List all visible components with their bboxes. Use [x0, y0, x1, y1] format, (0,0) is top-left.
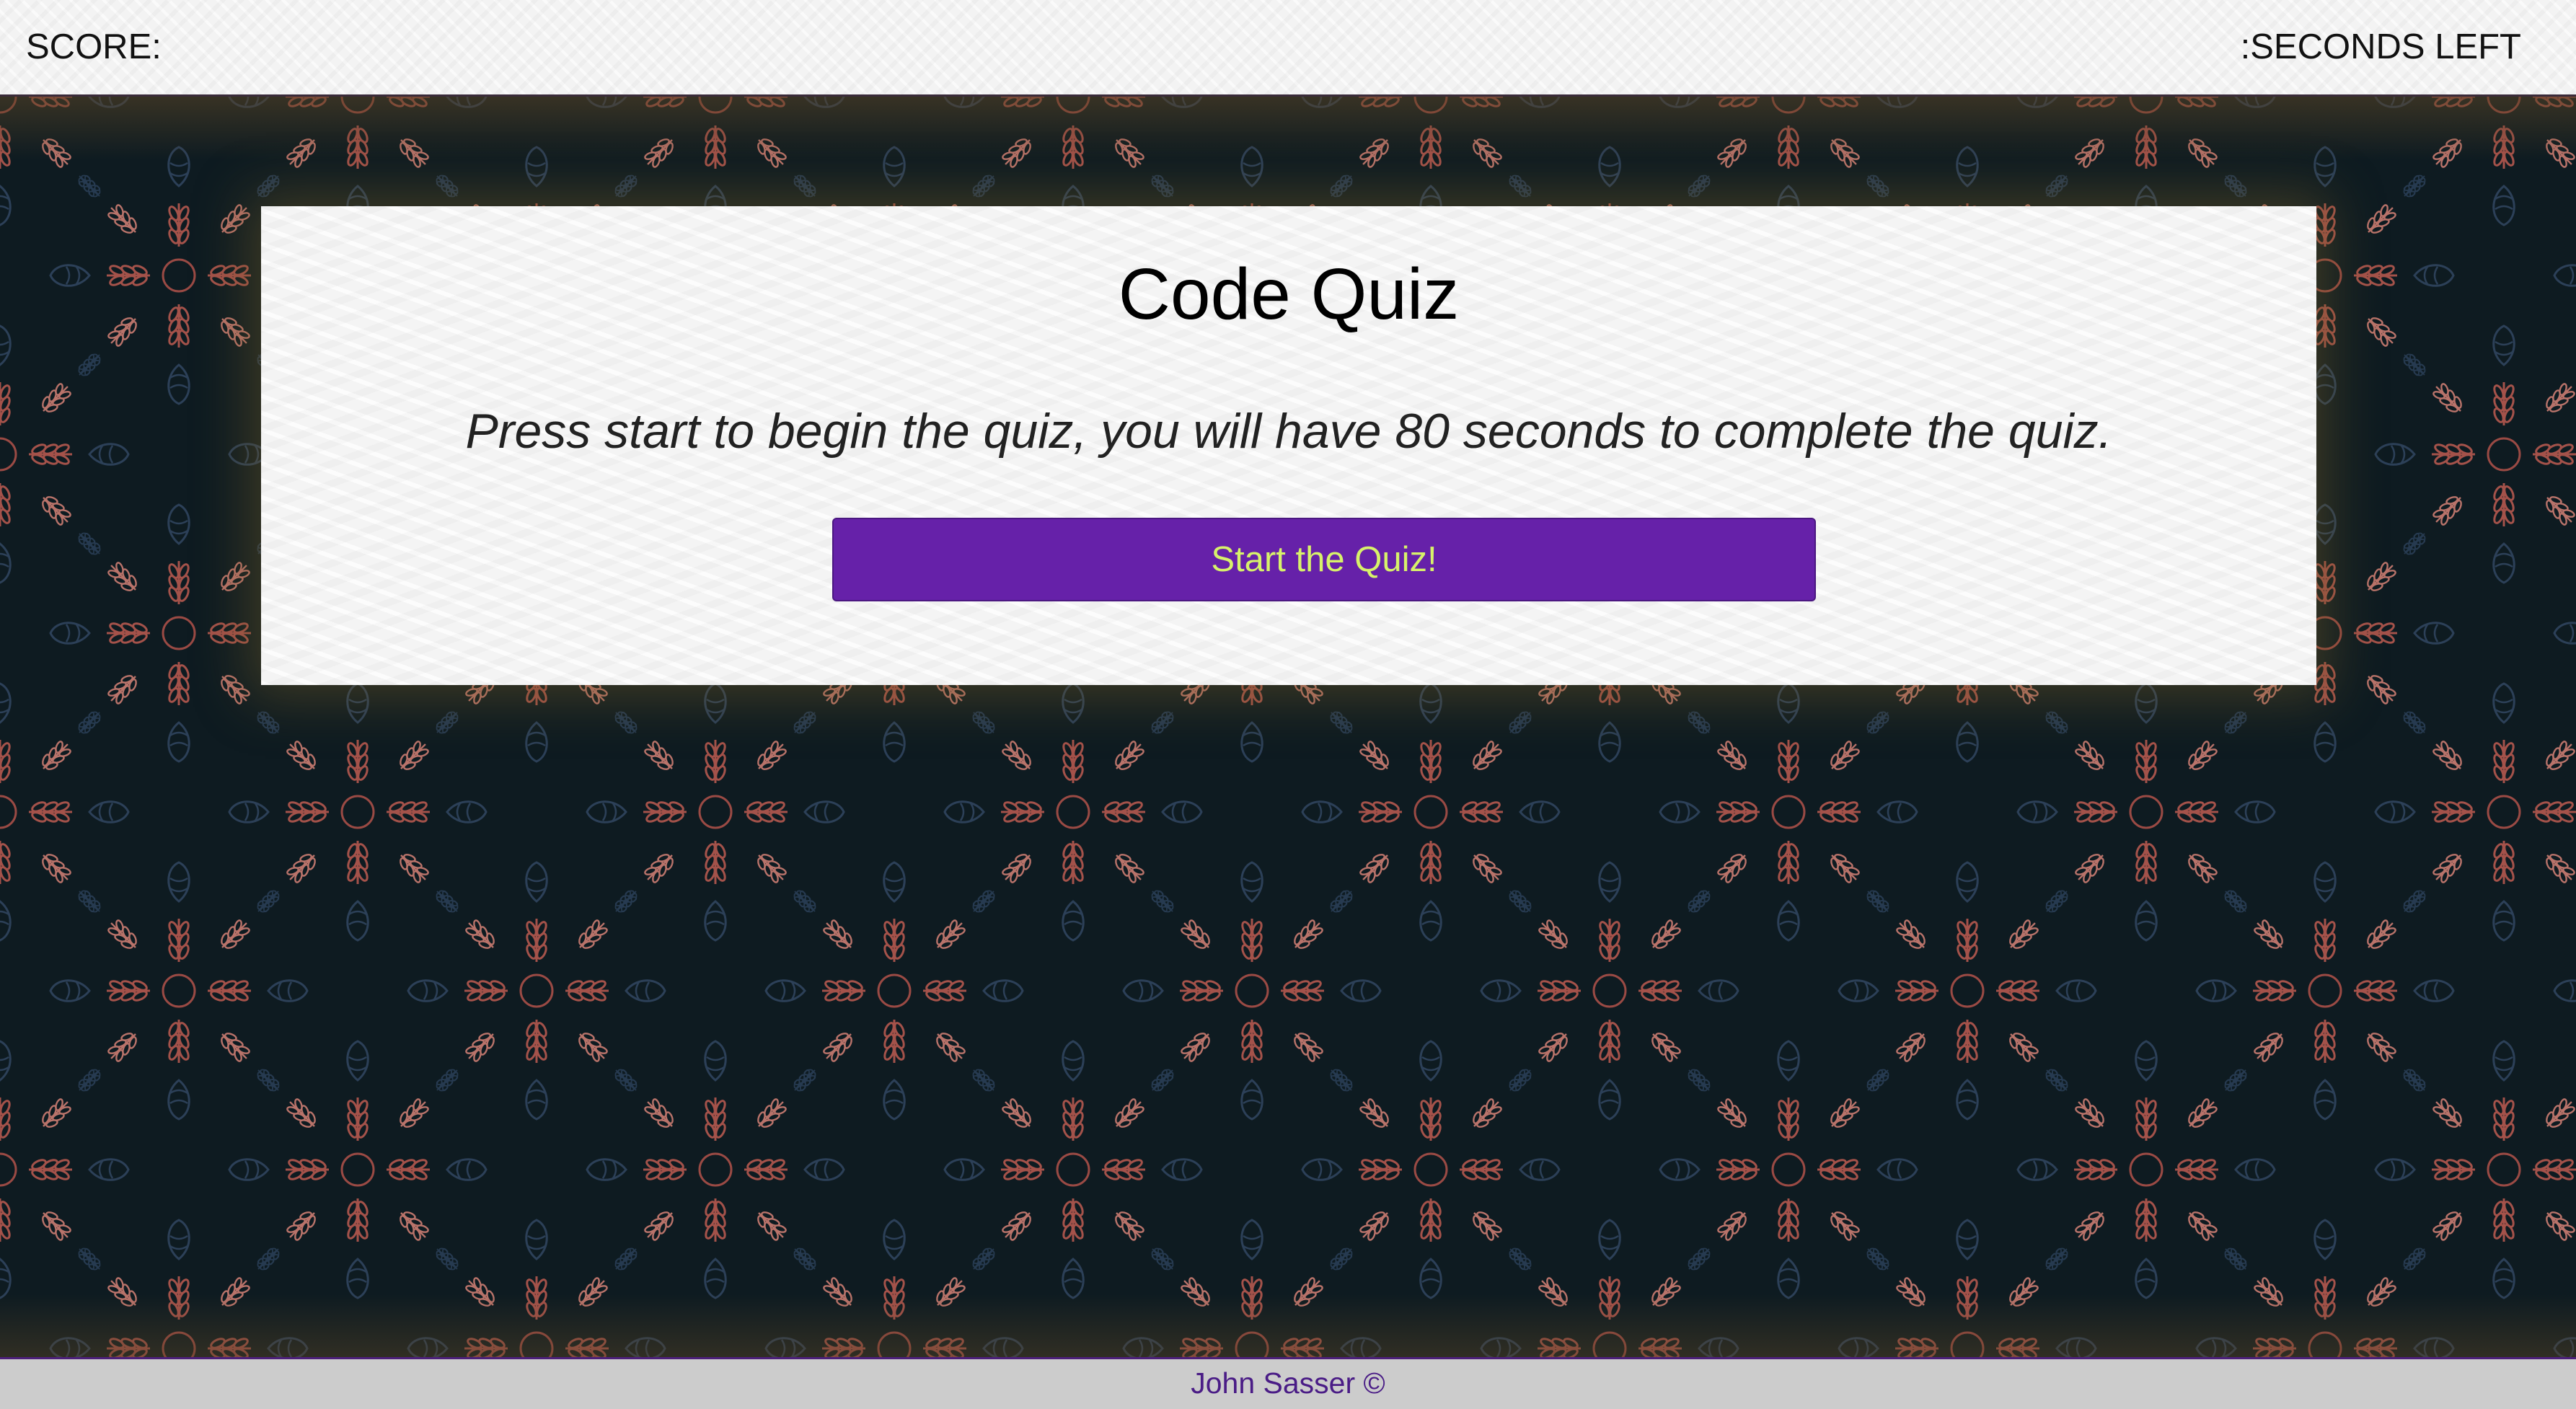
page-title: Code Quiz [1118, 254, 1460, 335]
footer-credit: John Sasser © [1191, 1366, 1385, 1400]
header-bar: SCORE: :SECONDS LEFT [0, 0, 2576, 97]
seconds-left-label: :SECONDS LEFT [2240, 27, 2521, 66]
quiz-card: Code Quiz Press start to begin the quiz,… [261, 206, 2316, 685]
start-quiz-button[interactable]: Start the Quiz! [832, 518, 1816, 601]
score-label: SCORE: [26, 27, 162, 66]
quiz-instructions: Press start to begin the quiz, you will … [465, 404, 2112, 459]
footer: John Sasser © [0, 1357, 2576, 1409]
